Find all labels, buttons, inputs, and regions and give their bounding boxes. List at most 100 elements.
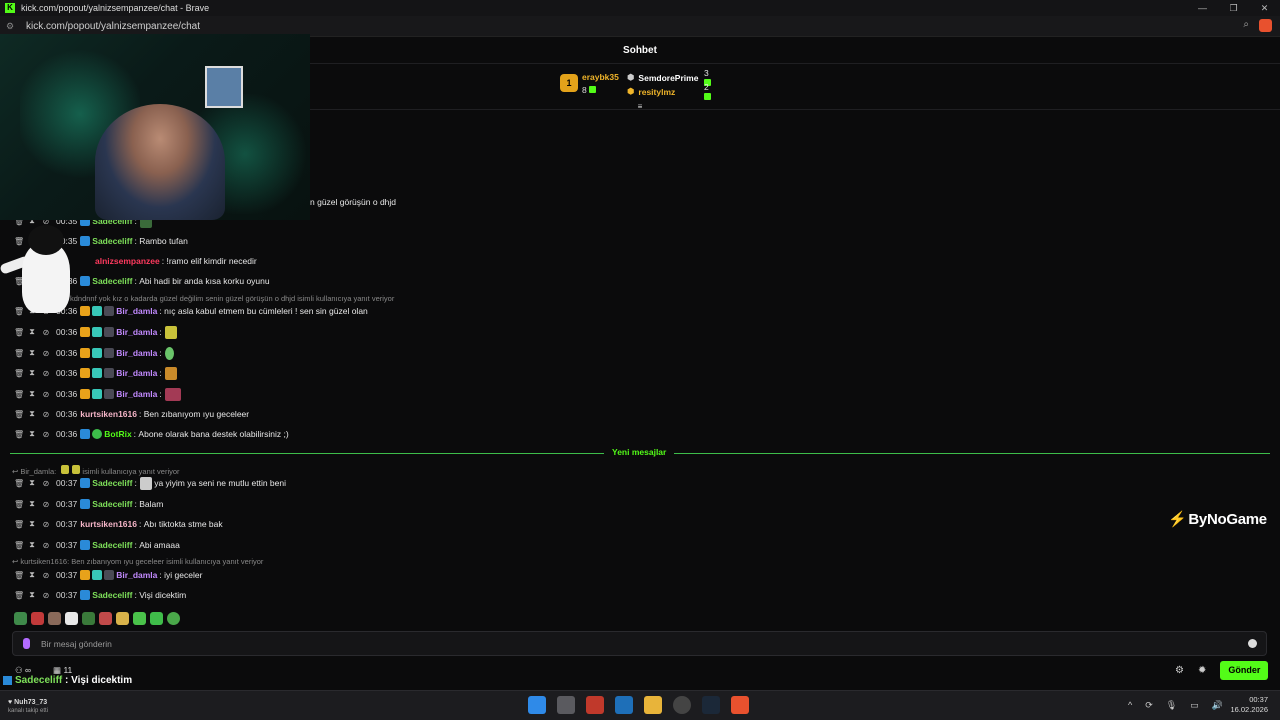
delete-icon[interactable]: 🗑 bbox=[14, 479, 24, 488]
timeout-icon[interactable]: ⧗ bbox=[28, 348, 36, 358]
address-url[interactable]: kick.com/popout/yalnizsempanzee/chat bbox=[26, 21, 200, 32]
message-username[interactable]: Bir_damla bbox=[116, 348, 157, 358]
delete-icon[interactable]: 🗑 bbox=[14, 410, 24, 419]
delete-icon[interactable]: 🗑 bbox=[14, 430, 24, 439]
message-username[interactable]: Sadeceliff bbox=[92, 590, 132, 600]
windows-start-icon[interactable] bbox=[528, 696, 546, 714]
message-username[interactable]: Sadeceliff bbox=[92, 276, 132, 286]
message-username[interactable]: Bir_damla bbox=[116, 327, 157, 337]
close-icon[interactable]: ✕ bbox=[1249, 0, 1280, 16]
send-button[interactable]: Gönder bbox=[1220, 661, 1269, 680]
timeout-icon[interactable]: ⧗ bbox=[28, 478, 36, 488]
message-username[interactable]: Sadeceliff bbox=[92, 478, 132, 488]
volume-icon[interactable]: 🔊 bbox=[1212, 700, 1223, 711]
emoji-picker-icon[interactable] bbox=[1248, 639, 1257, 648]
timeout-icon[interactable]: ⧗ bbox=[28, 519, 36, 529]
chat-message[interactable]: 🗑 ⧗ ⊘ 00:37 Bir_damla: iyi geceler bbox=[14, 568, 202, 582]
delete-icon[interactable]: 🗑 bbox=[14, 591, 24, 600]
maximize-icon[interactable]: ❐ bbox=[1218, 0, 1249, 16]
obs-icon[interactable] bbox=[673, 696, 691, 714]
delete-icon[interactable]: 🗑 bbox=[14, 390, 24, 399]
chat-message[interactable]: alnizsempanzee: !ramo elif kimdir necedi… bbox=[95, 254, 257, 268]
message-username[interactable]: BotRix bbox=[104, 429, 131, 439]
site-settings-icon[interactable]: ⚙ bbox=[6, 21, 18, 32]
chat-message[interactable]: 🗑 ⧗ ⊘ 00:37 kurtsiken1616: Abı tiktokta st… bbox=[14, 517, 223, 531]
ban-icon[interactable]: ⊘ bbox=[42, 479, 50, 488]
message-username[interactable]: kurtsiken1616 bbox=[80, 409, 137, 419]
reply-context[interactable]: kdndnnf yok kız o kadarda güzel değilim … bbox=[70, 294, 394, 303]
emote-icon[interactable] bbox=[65, 612, 78, 625]
ban-icon[interactable]: ⊘ bbox=[42, 430, 50, 439]
delete-icon[interactable]: 🗑 bbox=[14, 571, 24, 580]
chat-message[interactable]: 🗑 ⧗ ⊘ 00:37 Sadeceliff: Vişi dicektim bbox=[14, 588, 186, 602]
ban-icon[interactable]: ⊘ bbox=[42, 349, 50, 358]
display-icon[interactable]: ▭ bbox=[1190, 700, 1199, 711]
ban-icon[interactable]: ⊘ bbox=[42, 390, 50, 399]
timeout-icon[interactable]: ⧗ bbox=[28, 429, 36, 439]
snipping-tool-icon[interactable] bbox=[586, 696, 604, 714]
chat-message[interactable]: 🗑 ⧗ ⊘ 00:37 Sadeceliff: ya yiyim ya seni n… bbox=[14, 476, 286, 490]
leaderboard-row[interactable]: ⬢ resitylmz 2 bbox=[627, 82, 711, 100]
emote-icon[interactable] bbox=[14, 612, 27, 625]
task-view-icon[interactable] bbox=[557, 696, 575, 714]
message-username[interactable]: Bir_damla bbox=[116, 389, 157, 399]
timeout-icon[interactable]: ⧗ bbox=[28, 540, 36, 550]
reply-context[interactable]: ↩ Bir_damla: isimli kullanıcıya yanıt ve… bbox=[12, 465, 180, 476]
brave-browser-icon[interactable] bbox=[731, 696, 749, 714]
delete-icon[interactable]: 🗑 bbox=[14, 349, 24, 358]
timeout-icon[interactable]: ⧗ bbox=[28, 409, 36, 419]
emote-icon[interactable] bbox=[116, 612, 129, 625]
delete-icon[interactable]: 🗑 bbox=[14, 500, 24, 509]
delete-icon[interactable]: 🗑 bbox=[14, 520, 24, 529]
chat-message[interactable]: 🗑 ⧗ ⊘ 00:37 Sadeceliff: Abi amaaa bbox=[14, 538, 180, 552]
brave-shields-icon[interactable] bbox=[1259, 19, 1272, 32]
leaderboard-row[interactable]: ⬢ SemdorePrime 3 bbox=[627, 68, 711, 86]
timeout-icon[interactable]: ⧗ bbox=[28, 499, 36, 509]
chat-message[interactable]: 🗑 ⧗ ⊘ 00:37 Sadeceliff: Balam bbox=[14, 497, 163, 511]
photos-app-icon[interactable] bbox=[615, 696, 633, 714]
emote-icon[interactable] bbox=[150, 612, 163, 625]
ban-icon[interactable]: ⊘ bbox=[42, 520, 50, 529]
emote-icon[interactable] bbox=[167, 612, 180, 625]
message-username[interactable]: Bir_damla bbox=[116, 368, 157, 378]
delete-icon[interactable]: 🗑 bbox=[14, 369, 24, 378]
reply-context[interactable]: ↩ kurtsiken1616: Ben zıbanıyom ıyu gecel… bbox=[12, 557, 263, 566]
emote-icon[interactable] bbox=[99, 612, 112, 625]
sync-icon[interactable]: ⟳ bbox=[1145, 700, 1153, 711]
microphone-icon[interactable] bbox=[23, 638, 30, 649]
leader-name[interactable]: eraybk35 bbox=[582, 72, 619, 82]
message-username[interactable]: Sadeceliff bbox=[92, 540, 132, 550]
chat-input-box[interactable] bbox=[12, 631, 1267, 656]
ban-icon[interactable]: ⊘ bbox=[42, 571, 50, 580]
timeout-icon[interactable]: ⧗ bbox=[28, 570, 36, 580]
message-username[interactable]: alnizsempanzee bbox=[95, 256, 160, 266]
mod-tools-icon[interactable]: ✹ bbox=[1198, 665, 1206, 676]
message-username[interactable]: Bir_damla bbox=[116, 570, 157, 580]
chat-message[interactable]: 🗑 ⧗ ⊘ 00:36 Bir_damla: bbox=[14, 387, 181, 401]
delete-icon[interactable]: 🗑 bbox=[14, 541, 24, 550]
file-explorer-icon[interactable] bbox=[644, 696, 662, 714]
chat-message[interactable]: 🗑 ⧗ ⊘ 00:36 Bir_damla: bbox=[14, 346, 174, 360]
chat-message[interactable]: 🗑 ⧗ ⊘ 00:36 BotRix: Abone olarak bana dest… bbox=[14, 427, 289, 441]
tray-chevron-icon[interactable]: ^ bbox=[1128, 700, 1132, 711]
steam-icon[interactable] bbox=[702, 696, 720, 714]
message-username[interactable]: Sadeceliff bbox=[92, 236, 132, 246]
ban-icon[interactable]: ⊘ bbox=[42, 369, 50, 378]
message-username[interactable]: Sadeceliff bbox=[92, 499, 132, 509]
emote-icon[interactable] bbox=[31, 612, 44, 625]
settings-gear-icon[interactable]: ⚙ bbox=[1175, 665, 1184, 676]
chat-input[interactable] bbox=[41, 632, 1231, 655]
timeout-icon[interactable]: ⧗ bbox=[28, 590, 36, 600]
ban-icon[interactable]: ⊘ bbox=[42, 410, 50, 419]
message-username[interactable]: Bir_damla bbox=[116, 306, 157, 316]
emote-icon[interactable] bbox=[48, 612, 61, 625]
ban-icon[interactable]: ⊘ bbox=[42, 500, 50, 509]
zoom-search-icon[interactable]: ⌕ bbox=[1243, 19, 1249, 32]
chat-message[interactable]: 🗑 ⧗ ⊘ 00:36 kurtsiken1616: Ben zıbanıyom ı… bbox=[14, 407, 249, 421]
system-clock[interactable]: 00:37 16.02.2026 bbox=[1228, 695, 1268, 715]
microphone-tray-icon[interactable]: 🎙 bbox=[1166, 700, 1177, 711]
ban-icon[interactable]: ⊘ bbox=[42, 541, 50, 550]
chat-message[interactable]: 🗑 ⧗ ⊘ 00:36 Bir_damla: bbox=[14, 366, 177, 380]
timeout-icon[interactable]: ⧗ bbox=[28, 389, 36, 399]
ban-icon[interactable]: ⊘ bbox=[42, 591, 50, 600]
